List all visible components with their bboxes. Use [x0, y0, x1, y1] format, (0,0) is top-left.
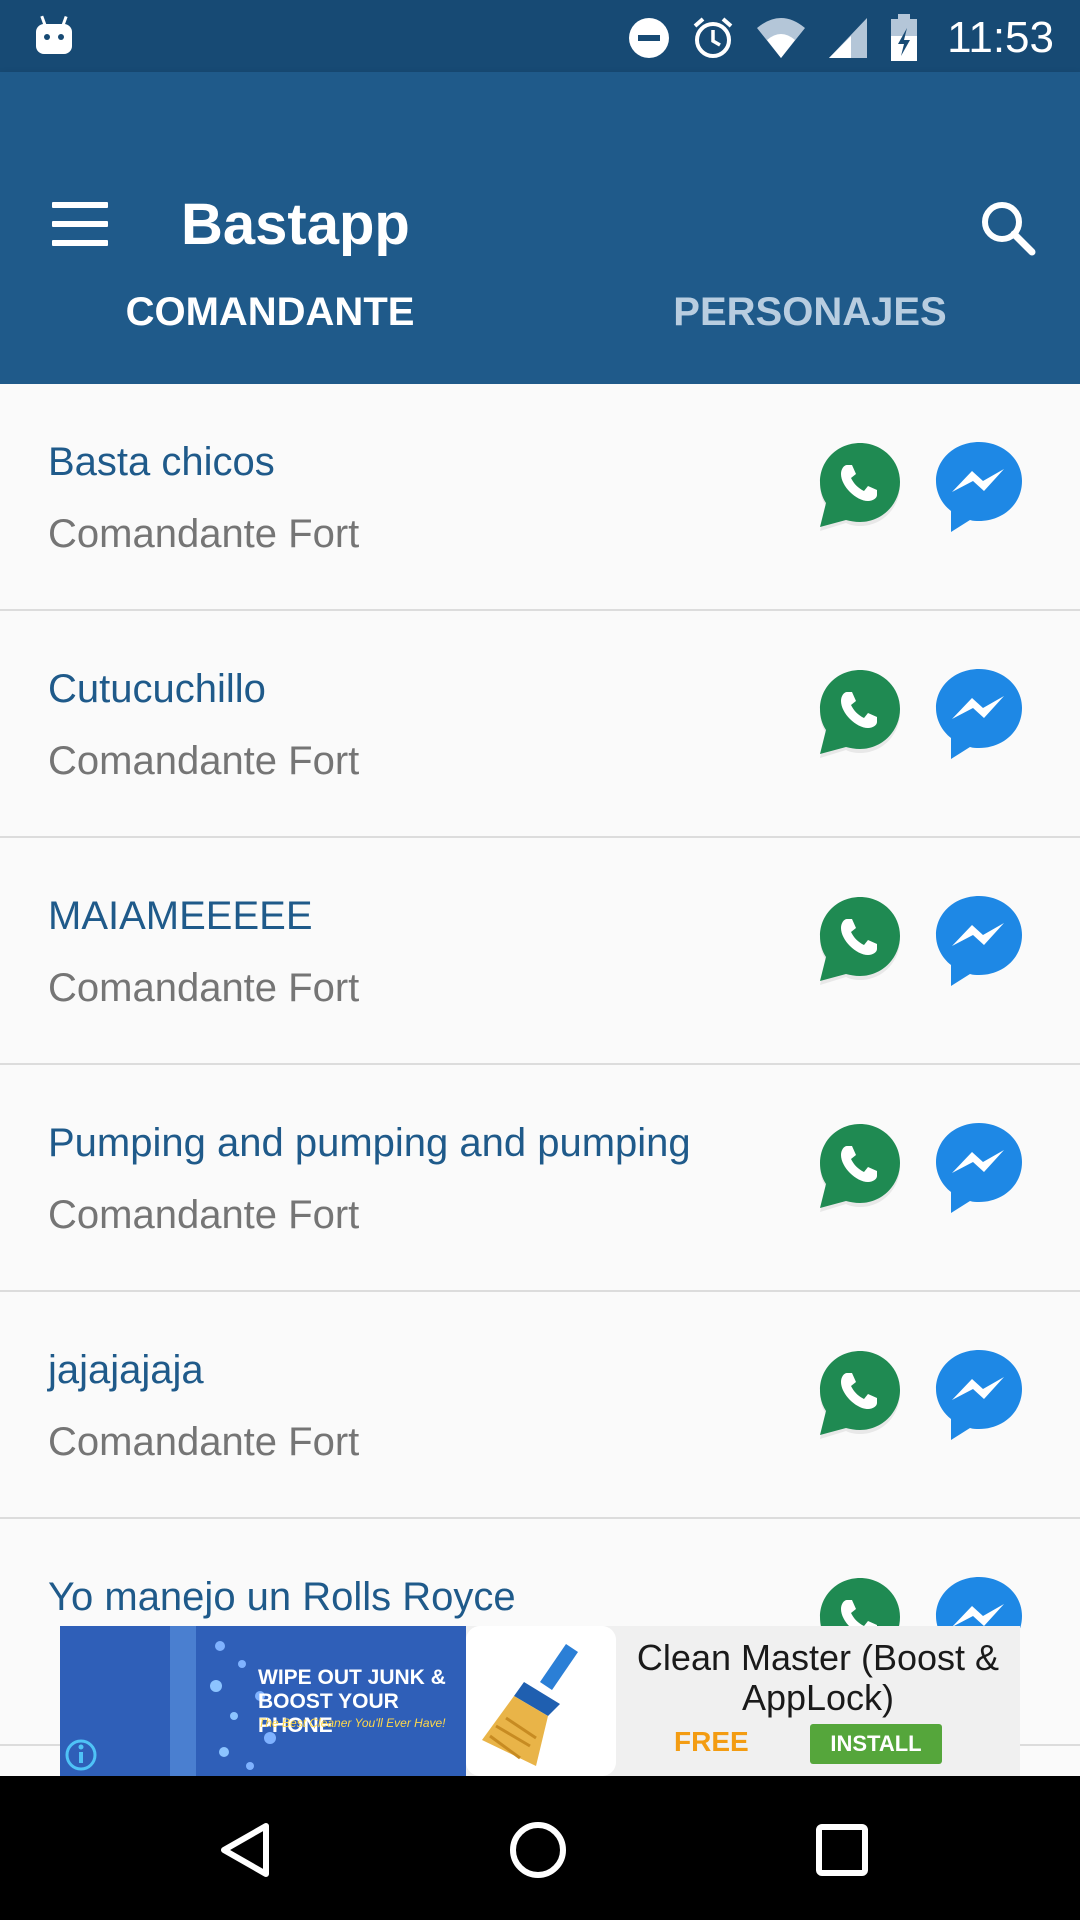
messenger-icon[interactable]	[932, 438, 1026, 536]
battery-icon	[891, 14, 918, 61]
list-item[interactable]: jajajajaja Comandante Fort	[0, 1292, 1080, 1519]
list-item[interactable]: Basta chicos Comandante Fort	[0, 384, 1080, 611]
messenger-icon[interactable]	[932, 892, 1026, 990]
messenger-icon[interactable]	[932, 1119, 1026, 1217]
list-item[interactable]: MAIAMEEEEE Comandante Fort	[0, 838, 1080, 1065]
back-icon[interactable]	[210, 1814, 282, 1886]
messenger-icon[interactable]	[932, 1346, 1026, 1444]
alarm-icon	[693, 17, 733, 58]
item-title: Pumping and pumping and pumping	[48, 1121, 691, 1165]
status-time: 11:53	[947, 13, 1054, 62]
broom-icon	[466, 1626, 616, 1776]
do-not-disturb-icon	[629, 18, 670, 58]
whatsapp-icon[interactable]	[814, 439, 906, 539]
navigation-bar	[0, 1776, 1080, 1920]
list-item[interactable]: Cutucuchillo Comandante Fort	[0, 611, 1080, 838]
item-title: Cutucuchillo	[48, 667, 266, 711]
whatsapp-icon[interactable]	[814, 893, 906, 993]
item-subtitle: Comandante Fort	[48, 512, 360, 556]
ad-banner[interactable]: WIPE OUT JUNK & BOOST YOUR PHONE The Bes…	[60, 1626, 1020, 1776]
app-title: Bastapp	[181, 192, 410, 257]
messenger-icon[interactable]	[932, 665, 1026, 763]
signal-icon	[829, 18, 868, 58]
status-bar: 11:53	[0, 0, 1080, 72]
menu-icon	[52, 202, 112, 246]
install-button[interactable]: INSTALL	[810, 1724, 942, 1764]
tab-comandante[interactable]: COMANDANTE	[0, 282, 540, 382]
tab-personajes[interactable]: PERSONAJES	[540, 282, 1080, 382]
wifi-icon	[757, 18, 806, 58]
item-subtitle: Comandante Fort	[48, 966, 360, 1010]
sound-list: Basta chicos Comandante Fort Cutucuchill…	[0, 384, 1080, 1746]
home-icon[interactable]	[502, 1814, 574, 1886]
whatsapp-icon[interactable]	[814, 1347, 906, 1447]
whatsapp-icon[interactable]	[814, 1120, 906, 1220]
menu-button[interactable]	[52, 202, 112, 248]
item-title: Yo manejo un Rolls Royce	[48, 1575, 516, 1619]
android-icon	[36, 15, 72, 54]
ad-app-name: Clean Master (Boost & AppLock)	[636, 1637, 1000, 1718]
ad-image: WIPE OUT JUNK & BOOST YOUR PHONE The Bes…	[60, 1626, 466, 1776]
ad-headline: WIPE OUT JUNK &	[258, 1666, 446, 1689]
item-subtitle: Comandante Fort	[48, 1420, 360, 1464]
ad-tagline: The Best Cleaner You'll Ever Have!	[258, 1716, 446, 1730]
ad-headline: BOOST YOUR PHONE	[258, 1690, 399, 1737]
recent-apps-icon[interactable]	[806, 1814, 878, 1886]
ad-price: FREE	[674, 1726, 749, 1757]
item-subtitle: Comandante Fort	[48, 1193, 360, 1237]
item-subtitle: Comandante Fort	[48, 739, 360, 783]
list-item[interactable]: Pumping and pumping and pumping Comandan…	[0, 1065, 1080, 1292]
item-title: jajajajaja	[48, 1348, 204, 1392]
item-title: Basta chicos	[48, 440, 275, 484]
info-icon[interactable]	[64, 1738, 98, 1772]
item-title: MAIAMEEEEE	[48, 894, 313, 938]
whatsapp-icon[interactable]	[814, 666, 906, 766]
search-icon[interactable]	[976, 196, 1040, 260]
